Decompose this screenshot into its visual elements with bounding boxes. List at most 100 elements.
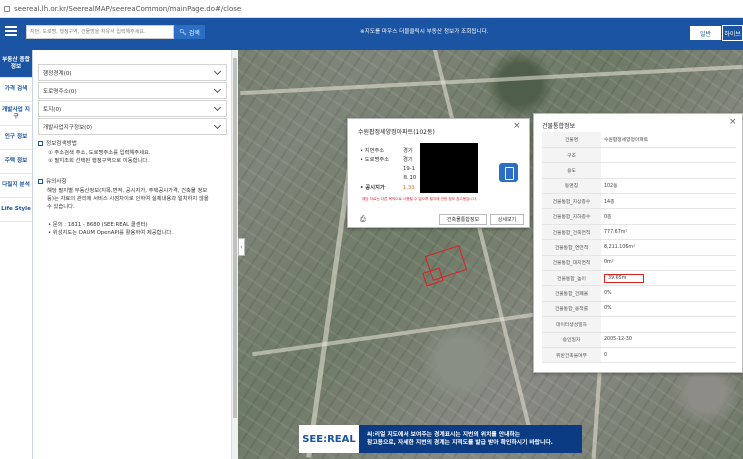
accordion-road-address[interactable]: 도로명주소(0) (38, 82, 227, 99)
row-key: 건물통합_지상층수 (542, 193, 601, 210)
popup-disclaimer: 해당 자료는 다른 목적으로 사용될 수 없으며 필지에 관한 정보 참고용입니… (362, 197, 478, 201)
accordion-admin-boundary[interactable]: 행정경계(0) (38, 64, 227, 81)
popup-label: • 지번주소 (360, 148, 385, 154)
menu-icon[interactable] (4, 23, 18, 39)
row-key: 위반건축물여부 (542, 347, 601, 364)
checkbox-square-icon (38, 140, 43, 146)
table-row: 위반건축물여부 0 (542, 347, 736, 364)
panel-scrollbar[interactable] (231, 50, 238, 459)
row-key: 승인일자 (542, 332, 601, 348)
building-info-panel: 건물통합정보 × 건물명 수원팝정세양정아파트 구조 용도 동명칭 102동 건물통… (533, 113, 743, 373)
nav-development-district[interactable]: 개발사업 지구 (0, 102, 32, 126)
boundary-notice-banner: SEE:REAL 씨:리얼 지도에서 보여주는 경계표시는 지번의 위치를 안내… (299, 425, 582, 453)
nav-price-search[interactable]: 가격 검색 (0, 78, 32, 102)
nav-real-estate-info[interactable]: 부동산 종합정보 (0, 50, 32, 78)
popup-value: 트 10 (403, 175, 417, 181)
selected-parcel-outline (422, 267, 444, 287)
double-click-notice: ※지도를 마우스 더블클릭시 부동산 정보가 조회됩니다. (360, 29, 489, 35)
table-row: 승인일자 2005-12-30 (542, 332, 736, 348)
nav-population-info[interactable]: 인구 정보 (0, 126, 32, 150)
search-input[interactable]: 지번, 도로명, 행정구역, 건물명을 자유서 입력해주세요. (26, 25, 174, 39)
usage-item: ② 필지조회 선택된 행정구역으로 이동합니다. (48, 158, 149, 164)
map-type-normal-button[interactable]: 일반 (689, 25, 722, 41)
detail-view-button[interactable]: 상세보기 (490, 214, 524, 225)
contact-info: • 문의 : 1811 - 8680 (SEE:REAL 콜센터) (48, 222, 148, 228)
table-row: 건물통합_대지면적 0m² (542, 255, 736, 272)
nav-housing-info[interactable]: 주택 정보 (0, 150, 32, 174)
row-value: 2005-12-30 (601, 332, 736, 348)
parcel-popup: 수원팝정세양정아파트(102동) × • 지번주소 경기 • 도로명주소 경기 … (347, 118, 530, 228)
building-info-button[interactable]: 건축물통합정보 (439, 214, 487, 225)
row-key: 건물통합_대지면적 (542, 255, 601, 272)
popup-value: 1,33 (403, 185, 415, 191)
popup-value: 경기 (403, 157, 413, 163)
table-row: 건물통합_건축면적 777.67m² (542, 224, 736, 241)
map-type-hybrid-button[interactable]: 하이브 (722, 25, 743, 41)
caution-line: 등)는 자료의 관리에 서비스 시점차이로 인하여 실제내용과 일치하지 않을 (47, 196, 209, 202)
chevron-down-icon (213, 121, 222, 129)
row-value: 수원팝정세양정아파트 (601, 132, 736, 148)
lock-icon (4, 5, 10, 12)
print-icon[interactable]: ⎙ (360, 215, 366, 223)
building-info-table: 건물명 수원팝정세양정아파트 구조 용도 동명칭 102동 건물통합_지상층수 14층… (542, 132, 736, 364)
row-value: 102동 (601, 178, 736, 195)
chevron-down-icon (213, 103, 222, 111)
popup-value: 19-1 (403, 166, 416, 172)
highlighted-height-value: 39.65m (604, 273, 644, 283)
scrollbar-thumb[interactable] (233, 58, 237, 418)
row-key: 건물통합_용적률 (542, 301, 601, 318)
table-row: 용도 (542, 162, 736, 179)
row-value: 0 (601, 347, 736, 364)
row-value (601, 162, 736, 179)
row-key: 건물명 (542, 132, 601, 148)
row-key: 구조 (542, 147, 601, 164)
table-row: 동명칭 102동 (542, 178, 736, 195)
row-key: 동명칭 (542, 178, 601, 195)
nav-life-style[interactable]: Life Style (0, 198, 32, 222)
row-value: 0% (601, 285, 736, 302)
usage-item: ① 주소검색 주소, 도로명주소를 입력해주세요. (48, 150, 151, 156)
accordion-land[interactable]: 토지(0) (38, 100, 227, 117)
url-text: seereal.lh.or.kr/SeerealMAP/seereaCommon… (14, 4, 242, 13)
building-icon[interactable] (499, 163, 518, 182)
banner-line-1: 씨:리얼 지도에서 보여주는 경계표시는 지번의 위치를 안내하는 (367, 432, 521, 438)
row-value: 0m² (601, 255, 736, 272)
checkbox-square-icon (38, 178, 43, 184)
row-value (601, 316, 736, 333)
redaction-block (420, 143, 478, 193)
search-icon: 🔍︎ (179, 28, 187, 36)
search-button-label: 검색 (188, 29, 200, 37)
search-button[interactable]: 🔍︎ 검색 (174, 25, 205, 39)
collapse-panel-button[interactable]: ‹ (238, 238, 245, 256)
chevron-down-icon (213, 85, 222, 93)
table-row: 건물통합_지상층수 14층 (542, 193, 736, 210)
seereal-logo: SEE:REAL (299, 425, 359, 453)
caution-line: 수 있습니다. (47, 204, 75, 210)
browser-url-bar[interactable]: seereal.lh.or.kr/SeerealMAP/seereaCommon… (0, 0, 743, 18)
close-icon[interactable]: × (513, 122, 521, 131)
row-value: 0층 (601, 208, 736, 225)
banner-line-2: 참고용으로, 자세한 지번의 경계는 지적도를 발급 받아 확인하시기 바랍니다… (367, 440, 553, 446)
caution-section-title: 유의사항 (38, 177, 67, 185)
table-row: 데이터생성일자 (542, 316, 736, 333)
row-value (601, 147, 736, 164)
row-key: 용도 (542, 162, 601, 179)
table-row: 건물통합_용적률 0% (542, 301, 736, 318)
chevron-down-icon (213, 67, 222, 75)
table-row: 건물명 수원팝정세양정아파트 (542, 132, 736, 148)
nav-multi-parcel-analysis[interactable]: 다필지 분석 (0, 174, 32, 198)
usage-section-title: 정보검색방법 (38, 139, 77, 147)
close-icon[interactable]: × (729, 118, 737, 127)
popup-label: • 도로명주소 (360, 157, 390, 163)
table-row: 건물통합_높이 39.65m (542, 270, 736, 287)
table-row: 건물통합_연면적 8,211.106m² (542, 239, 736, 256)
chevron-left-icon: ‹ (240, 243, 243, 251)
row-key: 건물통합_연면적 (542, 239, 601, 256)
row-key: 건물통합_높이 (542, 270, 601, 287)
caution-line: 해당 필지별 부동산정보(지목,면적, 공시지가, 주택공시가격, 건축물 정보 (47, 188, 208, 194)
left-nav: 부동산 종합정보 가격 검색 개발사업 지구 인구 정보 주택 정보 다필지 분… (0, 50, 33, 459)
accordion-development-district[interactable]: 개발사업지구정보(0) (38, 118, 227, 135)
table-row: 건물통합_건폐율 0% (542, 285, 736, 302)
row-value: 14층 (601, 193, 736, 210)
popup-label: • 공시지가 (360, 185, 385, 191)
